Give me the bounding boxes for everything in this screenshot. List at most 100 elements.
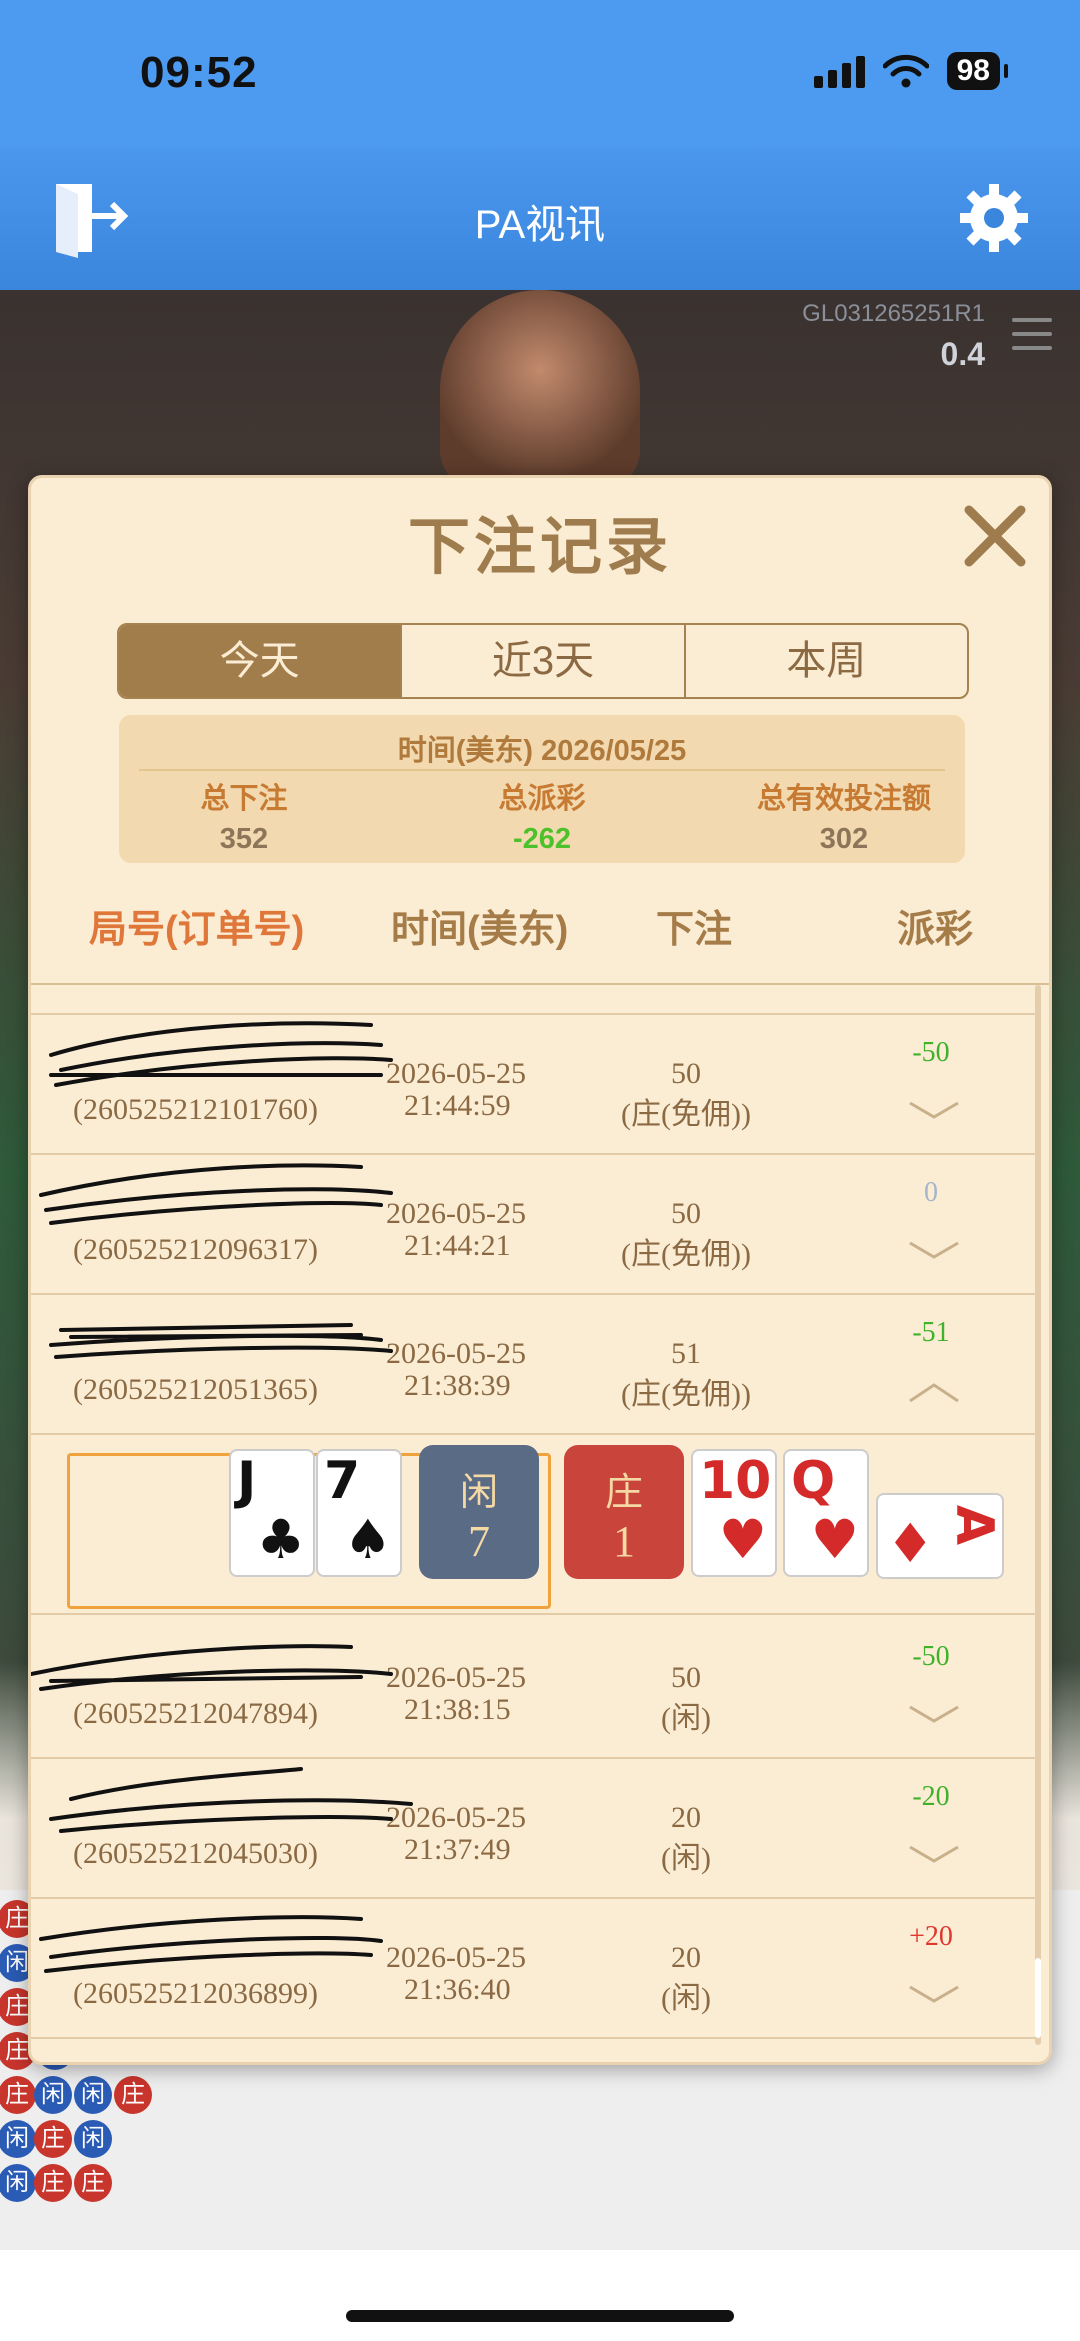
chevron-down-icon[interactable] — [906, 1981, 962, 2009]
bet-amount: 50 — [671, 1057, 701, 1090]
bet-side: (闲) — [661, 1982, 711, 2015]
total-payout-label: 总派彩 — [498, 783, 586, 815]
card-suit: ♠ — [343, 1508, 392, 1571]
card-suit: ♣ — [256, 1508, 305, 1571]
table-row[interactable]: (260525212101760) 2026-05-25 21:44:59 50 (庄(… — [31, 1015, 1035, 1155]
card-suit: ♥ — [810, 1508, 859, 1571]
date-range-tabs: 今天 近3天 本周 — [117, 623, 969, 699]
summary-divider — [139, 769, 945, 771]
summary-date: 时间(美东) 2026/05/25 — [397, 735, 687, 767]
bet-amount: 51 — [671, 1337, 701, 1370]
table-row[interactable] — [31, 985, 1035, 1015]
close-icon[interactable] — [955, 496, 1035, 576]
dealer-video — [440, 290, 640, 490]
app-header: PA视讯 — [0, 148, 1080, 290]
total-payout: 总派彩 -262 — [392, 775, 692, 856]
order-number: (260525212096317) — [73, 1233, 318, 1266]
bet-date: 2026-05-25 — [386, 1057, 526, 1090]
playing-card: Q ♥ — [783, 1449, 869, 1577]
chevron-down-icon[interactable] — [906, 1841, 962, 1869]
total-valid-value: 302 — [819, 823, 869, 855]
bet-amount: 50 — [671, 1197, 701, 1230]
order-number: (260525212047894) — [73, 1697, 318, 1730]
card-rank: 7 — [324, 1451, 361, 1511]
scrollbar-thumb[interactable] — [1035, 1958, 1041, 2038]
round-detail: J ♣ 7 ♠ 闲 7 庄 1 10 ♥ Q ♥ A ♦ — [31, 1435, 1035, 1615]
payout-value: 0 — [924, 1177, 938, 1208]
chevron-down-icon[interactable] — [906, 1701, 962, 1729]
total-valid-label: 总有效投注额 — [756, 783, 931, 815]
card-rank: J — [237, 1451, 257, 1511]
home-indicator[interactable] — [346, 2310, 734, 2322]
playing-card: 10 ♥ — [691, 1449, 777, 1577]
order-number: (260525212101760) — [73, 1093, 318, 1126]
bet-time: 21:38:39 — [404, 1369, 511, 1402]
tab-this-week[interactable]: 本周 — [686, 625, 967, 697]
bet-date: 2026-05-25 — [386, 1337, 526, 1370]
payout-value: +20 — [909, 1921, 953, 1952]
total-bet-label: 总下注 — [200, 783, 288, 815]
chevron-up-icon[interactable] — [906, 1377, 962, 1405]
table-header: 局号(订单号) 时间(美东) 下注 派彩 — [31, 898, 1049, 958]
table-row[interactable]: (260525212036899) 2026-05-25 21:36:40 20 (闲)… — [31, 1899, 1035, 2039]
player-label: 闲 — [459, 1472, 498, 1514]
bet-time: 21:44:21 — [404, 1229, 511, 1262]
bet-amount: 50 — [671, 1661, 701, 1694]
battery-indicator: 98 — [946, 52, 1009, 90]
player-score-badge: 闲7 — [419, 1445, 539, 1579]
bet-side: (庄(免佣)) — [621, 1378, 751, 1411]
total-bet: 总下注 352 — [94, 775, 394, 856]
playing-card: 7 ♠ — [316, 1449, 402, 1577]
order-number: (260525212051365) — [73, 1373, 318, 1406]
bet-side: (闲) — [661, 1702, 711, 1735]
gear-icon[interactable] — [956, 180, 1032, 256]
tab-last-3-days[interactable]: 近3天 — [402, 625, 686, 697]
playing-card-sideways: A ♦ — [876, 1493, 1004, 1579]
bet-date: 2026-05-25 — [386, 1941, 526, 1974]
road-bead: 闲 — [34, 2076, 72, 2114]
bet-time: 21:37:49 — [404, 1833, 511, 1866]
chevron-down-icon[interactable] — [906, 1237, 962, 1265]
order-number: (260525212036899) — [73, 1977, 318, 2010]
bet-side: (庄(免佣)) — [621, 1238, 751, 1271]
scrollbar-track[interactable] — [1035, 985, 1041, 2045]
bet-time: 21:36:40 — [404, 1973, 511, 2006]
card-suit: ♥ — [718, 1508, 767, 1571]
payout-value: -20 — [912, 1781, 950, 1812]
col-time: 时间(美东) — [391, 909, 569, 951]
bet-record-list[interactable]: (260525212101760) 2026-05-25 21:44:59 50 (庄(… — [31, 985, 1035, 2062]
card-rank: 10 — [699, 1451, 772, 1511]
payout-value: -50 — [912, 1641, 950, 1672]
card-rank: A — [943, 1504, 1004, 1546]
card-rank: Q — [791, 1451, 836, 1511]
road-bead: 闲 — [74, 2120, 112, 2158]
col-payout: 派彩 — [897, 909, 974, 951]
road-bead: 庄 — [114, 2076, 152, 2114]
road-bead: 庄 — [34, 2164, 72, 2202]
table-row[interactable]: (260525212096317) 2026-05-25 21:44:21 50 (庄(… — [31, 1155, 1035, 1295]
menu-icon[interactable] — [1012, 318, 1052, 354]
bet-date: 2026-05-25 — [386, 1801, 526, 1834]
bet-date: 2026-05-25 — [386, 1661, 526, 1694]
signal-icon — [813, 54, 865, 88]
table-row[interactable]: (260525212051365) 2026-05-25 21:38:39 51 (庄(… — [31, 1295, 1035, 1435]
road-bead: 庄 — [34, 2120, 72, 2158]
table-row[interactable]: (260525212045030) 2026-05-25 21:37:49 20 (闲)… — [31, 1759, 1035, 1899]
bet-side: (闲) — [661, 1842, 711, 1875]
banker-score-badge: 庄1 — [564, 1445, 684, 1579]
status-icons: 98 — [813, 52, 1009, 90]
modal-title: 下注记录 — [407, 513, 672, 582]
bet-amount: 20 — [671, 1941, 701, 1974]
chevron-down-icon[interactable] — [906, 1097, 962, 1125]
order-number: (260525212045030) — [73, 1837, 318, 1870]
bet-time: 21:38:15 — [404, 1693, 511, 1726]
payout-value: -51 — [912, 1317, 950, 1348]
table-id: GL031265251R1 — [802, 300, 985, 327]
road-bead: 闲 — [74, 2076, 112, 2114]
total-valid-bet: 总有效投注额 302 — [694, 775, 994, 856]
total-bet-value: 352 — [219, 823, 269, 855]
table-row[interactable]: (260525212047894) 2026-05-25 21:38:15 50 (闲)… — [31, 1619, 1035, 1759]
summary-panel: 时间(美东) 2026/05/25 总下注 352 总派彩 -262 总有效投注… — [119, 715, 965, 863]
tab-today[interactable]: 今天 — [119, 625, 403, 697]
banker-label: 庄 — [604, 1472, 643, 1514]
